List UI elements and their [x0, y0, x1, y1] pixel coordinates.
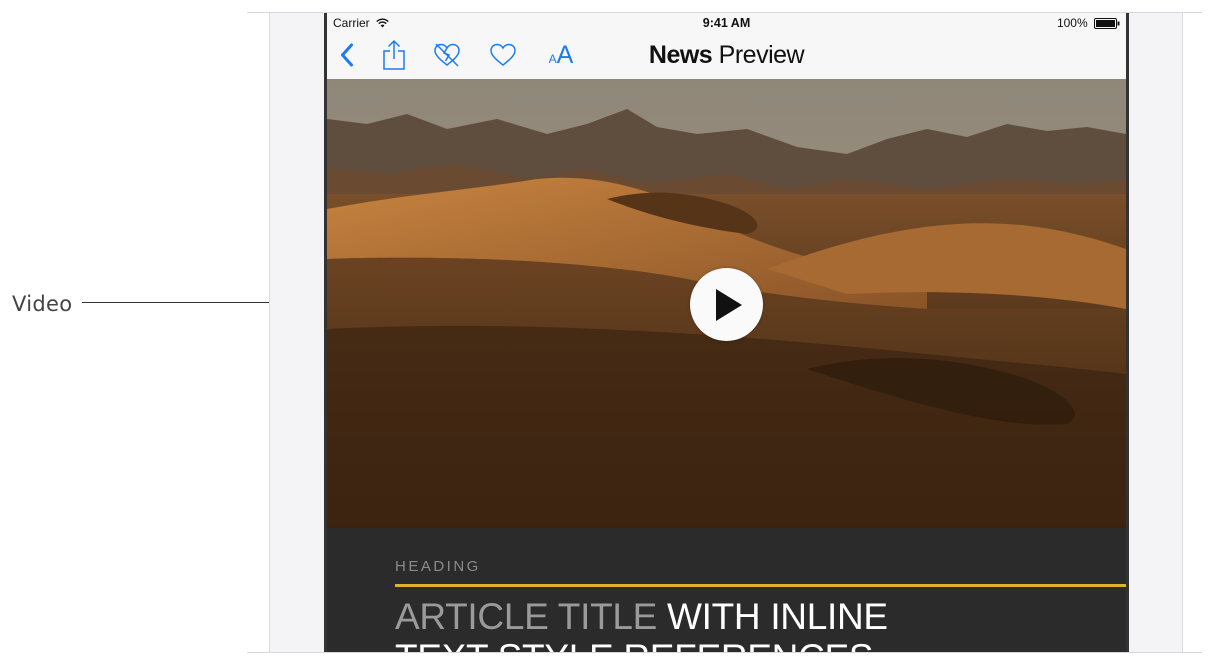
- article-header: HEADING ARTICLE TITLE WITH INLINE TEXT S…: [327, 528, 1126, 652]
- article-title: ARTICLE TITLE WITH INLINE TEXT STYLE REF…: [395, 596, 888, 652]
- screen-edge-right: [1126, 13, 1129, 652]
- video-player[interactable]: [327, 79, 1126, 528]
- device-bezel-right: [1129, 13, 1183, 652]
- device-screen: Carrier 9:41 AM 100% A A News Preview HE…: [327, 13, 1126, 652]
- nav-bar: A A News Preview: [327, 33, 1126, 79]
- article-title-muted: ARTICLE TITLE: [395, 596, 658, 637]
- status-time: 9:41 AM: [702, 16, 751, 30]
- article-title-line2: TEXT STYLE REFERENCES: [395, 637, 874, 652]
- play-button[interactable]: [690, 268, 763, 341]
- article-divider: [395, 584, 1126, 587]
- status-bar: Carrier 9:41 AM 100%: [327, 13, 1126, 33]
- article-title-line1: WITH INLINE: [657, 596, 888, 637]
- battery-percent: 100%: [1056, 16, 1088, 30]
- status-battery: 100%: [1057, 16, 1120, 30]
- nav-title-brand: News: [648, 41, 713, 69]
- device-bottom-edge: [247, 652, 1202, 653]
- nav-title-suffix: Preview: [712, 41, 805, 69]
- battery-icon: [1094, 18, 1120, 29]
- play-icon: [715, 288, 742, 321]
- video-callout-label: Video: [12, 292, 73, 316]
- device-bezel-left: [269, 13, 325, 652]
- nav-title: News Preview: [327, 41, 1126, 70]
- article-heading: HEADING: [395, 558, 481, 575]
